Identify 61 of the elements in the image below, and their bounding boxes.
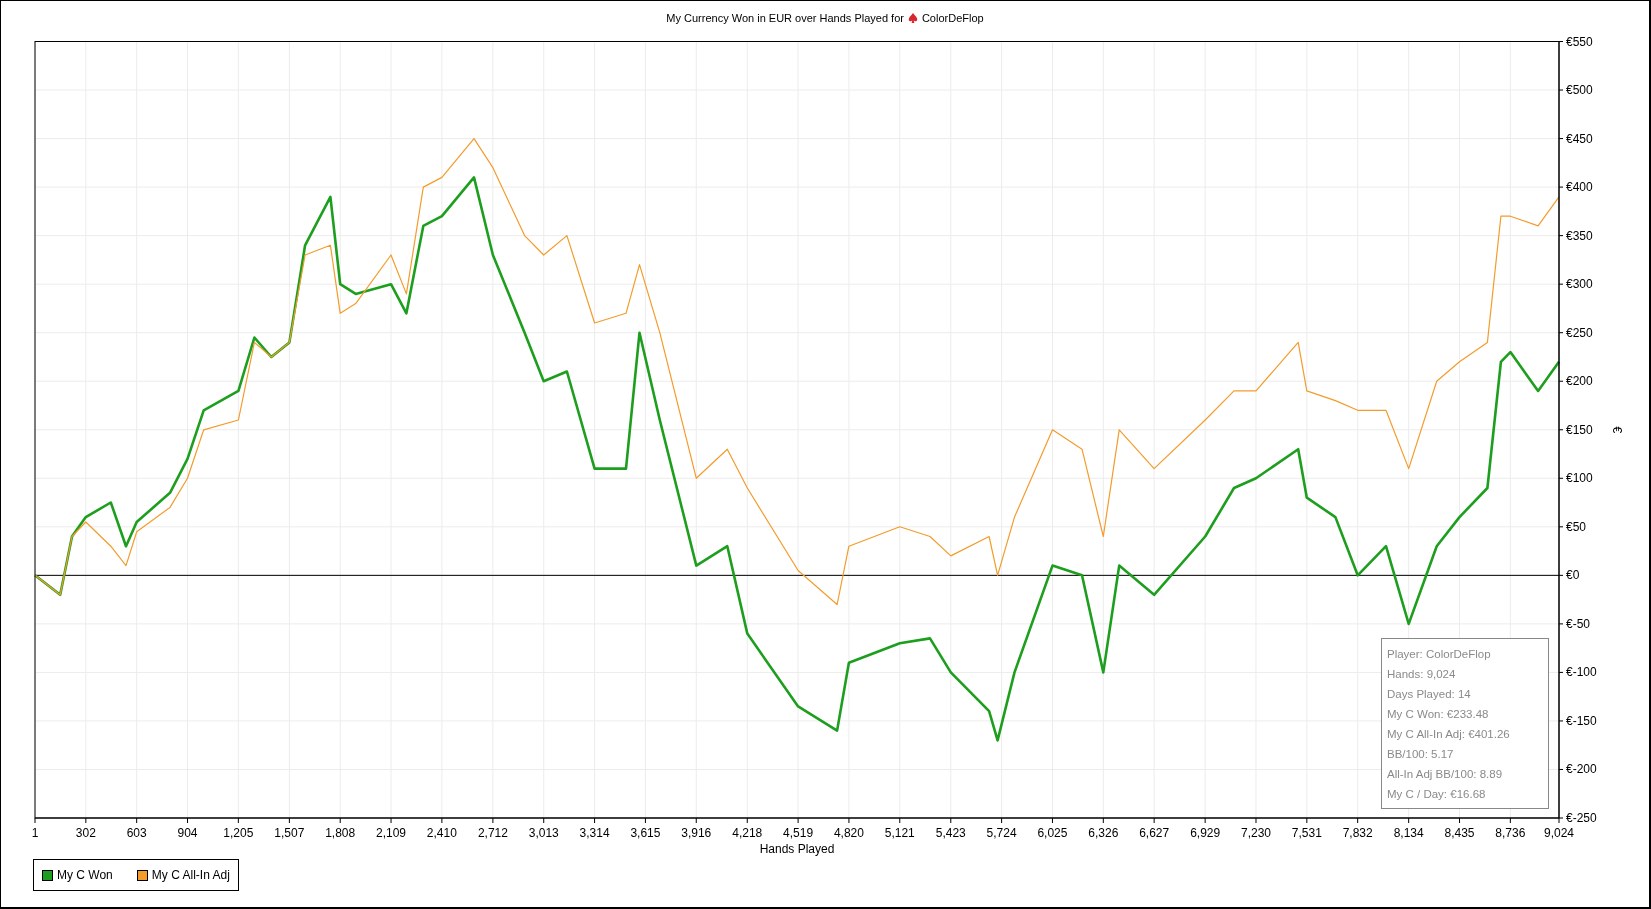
- y-axis-label: €: [1610, 426, 1624, 434]
- x-tick-label: 9,024: [1544, 826, 1574, 840]
- y-tick-label: €-150: [1566, 713, 1597, 728]
- y-tick-label: €150: [1566, 422, 1593, 437]
- x-tick-label: 1,205: [223, 826, 254, 840]
- x-tick-label: 6,627: [1139, 826, 1170, 840]
- x-tick-label: 4,820: [833, 826, 864, 840]
- x-axis-label: Hands Played: [759, 842, 835, 856]
- x-tick-label: 1,507: [274, 826, 305, 840]
- x-tick-label: 5,121: [884, 826, 915, 840]
- x-tick-label: 4,519: [783, 826, 814, 840]
- stat-line: Hands: 9,024: [1387, 667, 1457, 682]
- y-tick-label: €-250: [1566, 811, 1597, 825]
- stat-line: All-In Adj BB/100: 8.89: [1387, 767, 1504, 782]
- y-tick-label: €550: [1566, 34, 1593, 49]
- stat-line: My C / Day: €16.68: [1387, 787, 1487, 802]
- x-tick-label: 5,423: [935, 826, 966, 840]
- x-tick-label: 1: [31, 826, 39, 840]
- y-tick-label: €450: [1566, 131, 1593, 146]
- stat-line: My C All-In Adj: €401.26: [1387, 727, 1511, 742]
- y-tick-label: €300: [1566, 277, 1593, 292]
- y-tick-label: €200: [1566, 374, 1593, 389]
- legend-label: My C Won: [57, 868, 113, 882]
- x-tick-label: 8,736: [1495, 826, 1526, 840]
- x-tick-label: 6,326: [1088, 826, 1119, 840]
- y-tick-label: €400: [1566, 180, 1593, 195]
- legend-label: My C All-In Adj: [151, 868, 230, 882]
- stat-line: Player: ColorDeFlop: [1387, 647, 1492, 662]
- y-tick-label: €250: [1566, 325, 1593, 340]
- x-tick-label: 3,615: [630, 826, 661, 840]
- y-tick-label: €-50: [1566, 616, 1591, 631]
- stat-line: Days Played: 14: [1387, 687, 1472, 702]
- stat-line: My C Won: €233.48: [1387, 707, 1490, 722]
- x-tick-label: 2,410: [426, 826, 457, 840]
- x-tick-label: 6,929: [1190, 826, 1221, 840]
- x-tick-label: 4,218: [732, 826, 763, 840]
- x-tick-label: 7,230: [1240, 826, 1271, 840]
- y-tick-label: €350: [1566, 228, 1593, 243]
- x-tick-label: 8,435: [1444, 826, 1475, 840]
- x-tick-label: 8,134: [1393, 826, 1424, 840]
- y-tick-label: €500: [1566, 83, 1593, 98]
- y-tick-label: €-200: [1566, 762, 1597, 777]
- y-tick-label: €-100: [1566, 665, 1597, 680]
- x-tick-label: 3,013: [528, 826, 559, 840]
- x-tick-label: 603: [126, 826, 147, 840]
- x-tick-label: 302: [75, 826, 96, 840]
- x-tick-label: 2,109: [376, 826, 407, 840]
- stat-line: BB/100: 5.17: [1387, 747, 1455, 762]
- x-tick-label: 5,724: [986, 826, 1017, 840]
- x-tick-label: 3,916: [681, 826, 712, 840]
- x-tick-label: 3,314: [579, 826, 610, 840]
- x-tick-label: 1,808: [325, 826, 356, 840]
- x-tick-label: 7,832: [1342, 826, 1373, 840]
- x-tick-label: 904: [177, 826, 198, 840]
- x-tick-label: 7,531: [1291, 826, 1322, 840]
- y-tick-label: €0: [1566, 568, 1580, 583]
- chart-title: My Currency Won in EUR over Hands Played for ColorDeFlop: [666, 10, 984, 26]
- x-tick-label: 2,712: [477, 826, 508, 840]
- x-tick-label: 6,025: [1037, 826, 1068, 840]
- y-tick-label: €100: [1566, 471, 1593, 486]
- y-tick-label: €50: [1566, 519, 1587, 534]
